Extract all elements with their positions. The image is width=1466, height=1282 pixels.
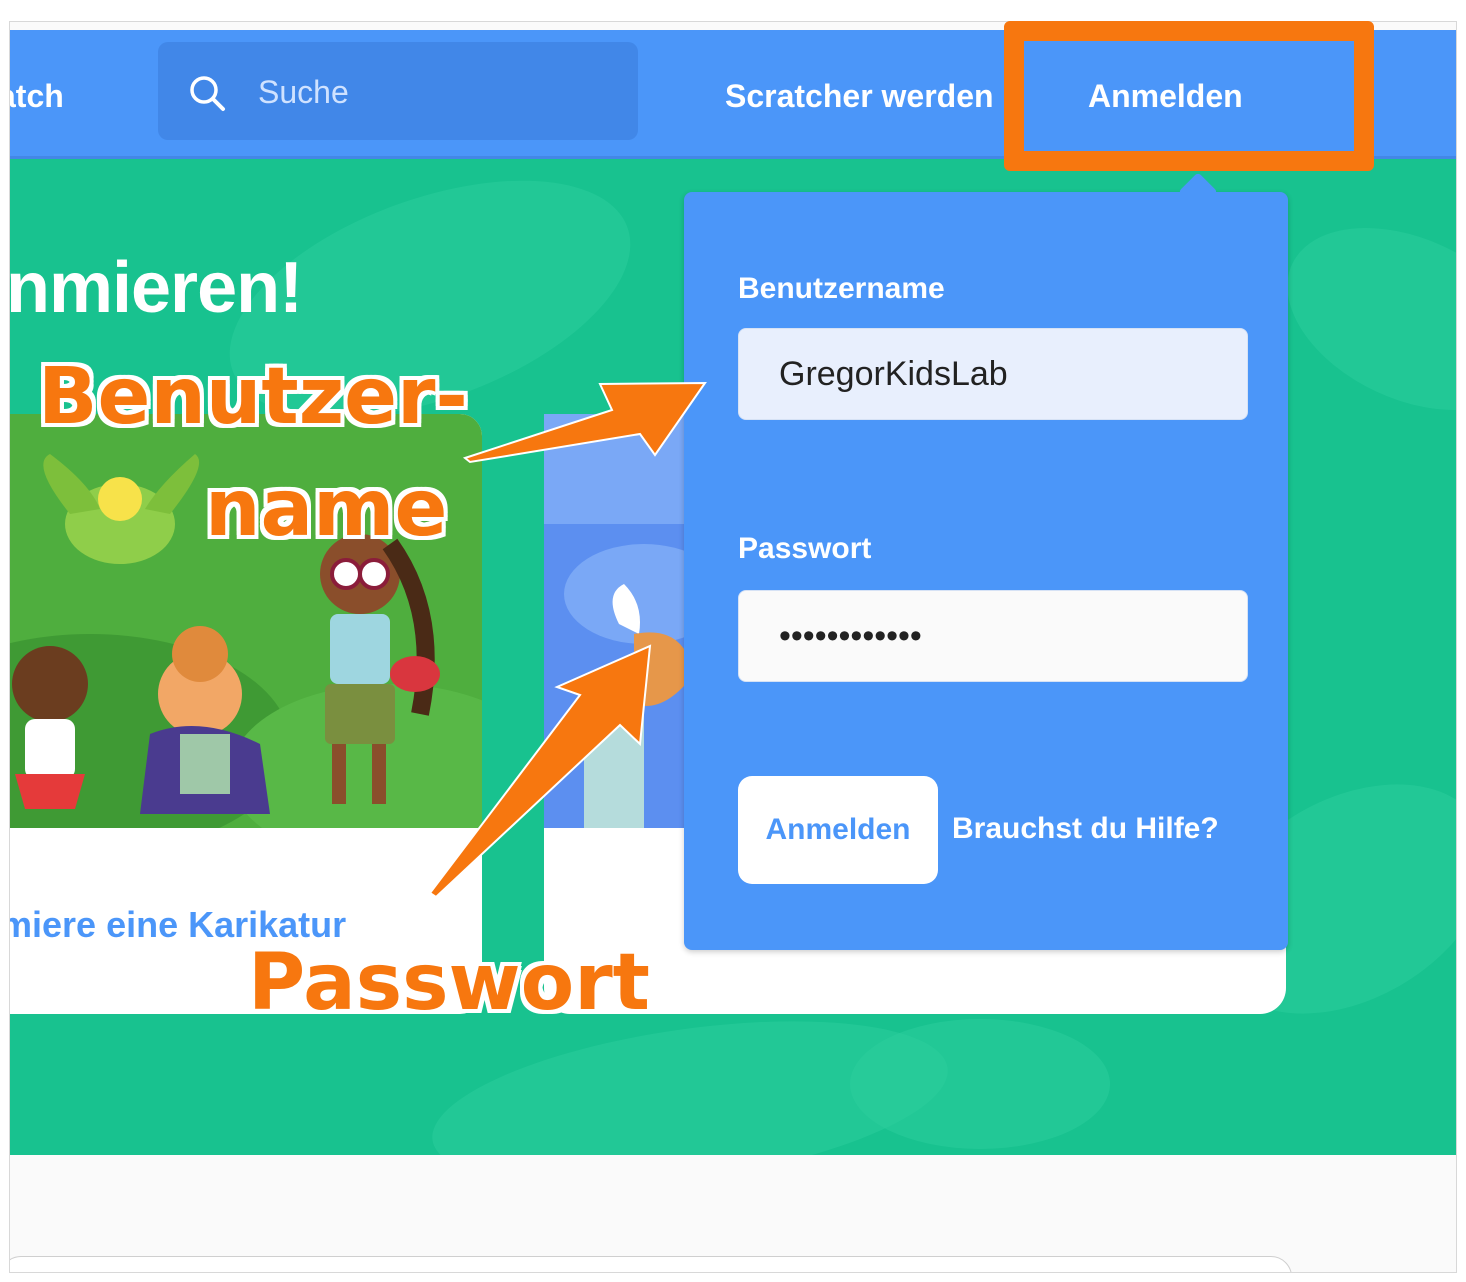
username-annotation-line1: Benutzer-: [38, 352, 468, 442]
username-annotation-line2: name: [205, 464, 448, 554]
password-annotation: Passwort: [248, 938, 650, 1028]
annotation-arrows: [428, 381, 707, 899]
username-arrow-icon: [462, 381, 707, 464]
password-arrow-icon: [428, 644, 652, 899]
